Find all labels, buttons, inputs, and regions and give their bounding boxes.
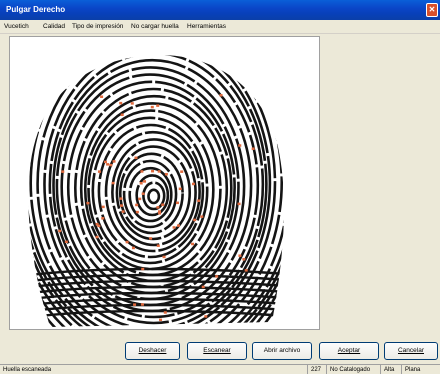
minutia-marker (119, 197, 123, 200)
minutia-marker (125, 240, 129, 244)
minutia-marker (111, 181, 115, 185)
minutia-marker (141, 267, 145, 271)
minutia-marker (151, 169, 155, 173)
minutia-marker (101, 205, 105, 209)
minutia-marker (135, 210, 139, 214)
minutia-marker (197, 199, 201, 202)
minutia-marker (140, 170, 144, 173)
minutia-marker (101, 217, 105, 220)
minutia-marker (163, 311, 167, 314)
minutia-marker (95, 235, 99, 239)
minutia-marker (131, 246, 135, 250)
window-title: Pulgar Derecho (6, 5, 66, 14)
minutia-marker (100, 95, 104, 98)
minutia-marker (191, 242, 195, 246)
minutia-marker (161, 203, 165, 206)
minutia-marker (133, 303, 137, 306)
minutia-marker (58, 229, 62, 233)
minutia-marker (238, 144, 242, 147)
minutia-marker (119, 101, 123, 105)
minutia-marker (156, 244, 160, 247)
minutia-marker (120, 113, 124, 117)
minutia-marker (109, 163, 113, 167)
fingerprint-image (28, 55, 285, 327)
minutia-marker (86, 201, 90, 205)
minutia-marker (157, 170, 161, 173)
minutia-marker (143, 180, 147, 183)
minutia-marker (149, 237, 153, 240)
status-quality: 227 (307, 365, 324, 374)
menu-herramientas[interactable]: Herramientas (187, 23, 226, 30)
minutia-marker (162, 255, 166, 259)
menu-vucetich[interactable]: Vucetich (4, 23, 29, 30)
fingerprint-ridge (60, 73, 240, 301)
minutia-marker (134, 156, 138, 160)
menu-bar: Vucetich Calidad Tipo de impresión No ca… (0, 20, 440, 34)
minutia-marker (130, 102, 134, 105)
minutia-marker (103, 160, 107, 164)
minutia-marker (238, 254, 242, 257)
minutia-marker (61, 170, 65, 173)
minutia-marker (193, 218, 197, 222)
minutia-marker (164, 172, 168, 176)
minutia-marker (150, 105, 154, 109)
aceptar-button[interactable]: Aceptar (319, 342, 379, 360)
minutia-marker (121, 210, 125, 213)
status-level: Alta (380, 365, 397, 374)
fingerprint-ridge (142, 181, 166, 211)
minutia-marker (138, 197, 142, 201)
cancelar-button[interactable]: Cancelar (384, 342, 438, 360)
minutia-marker (180, 170, 184, 173)
minutia-marker (204, 315, 208, 318)
minutia-marker (201, 285, 205, 289)
menu-calidad[interactable]: Calidad (43, 23, 65, 30)
minutia-marker (215, 275, 219, 278)
minutia-marker (135, 203, 139, 207)
minutia-marker (219, 94, 223, 97)
minutia-marker (242, 258, 246, 261)
minutia-marker (159, 318, 163, 322)
minutia-marker (97, 170, 101, 173)
status-message: Huella escaneada (3, 367, 52, 373)
minutia-marker (192, 182, 196, 186)
fingerprint-ridge (147, 188, 161, 205)
menu-no-cargar-huella[interactable]: No cargar huella (131, 23, 179, 30)
minutia-marker (140, 303, 144, 306)
status-catalog: No Catalogado (326, 365, 373, 374)
fingerprint-canvas[interactable] (9, 36, 320, 330)
minutia-marker (112, 160, 116, 163)
close-icon[interactable]: ✕ (426, 3, 438, 17)
minutia-marker (172, 226, 176, 229)
minutia-marker (176, 224, 180, 227)
menu-tipo-impresion[interactable]: Tipo de impresión (72, 23, 123, 30)
minutia-marker (64, 240, 68, 244)
abrir-archivo-button[interactable]: Abrir archivo (252, 342, 312, 360)
minutia-marker (97, 224, 101, 228)
minutia-marker (139, 181, 143, 185)
status-type: Plana (401, 365, 423, 374)
title-bar: Pulgar Derecho ✕ (0, 0, 440, 20)
minutia-marker (237, 202, 241, 206)
status-bar: Huella escaneada 227 No Catalogado Alta … (0, 364, 440, 374)
minutia-marker (156, 206, 160, 209)
minutia-marker (156, 104, 160, 107)
escanear-button[interactable]: Escanear (187, 342, 247, 360)
deshacer-button[interactable]: Deshacer (125, 342, 180, 360)
minutia-marker (251, 147, 255, 150)
minutia-marker (244, 269, 248, 272)
minutia-marker (106, 163, 110, 166)
minutia-marker (178, 187, 182, 191)
minutia-marker (141, 192, 145, 195)
minutia-marker (158, 210, 162, 213)
minutia-marker (200, 215, 204, 218)
minutia-marker (175, 201, 179, 205)
minutia-marker (119, 204, 123, 207)
